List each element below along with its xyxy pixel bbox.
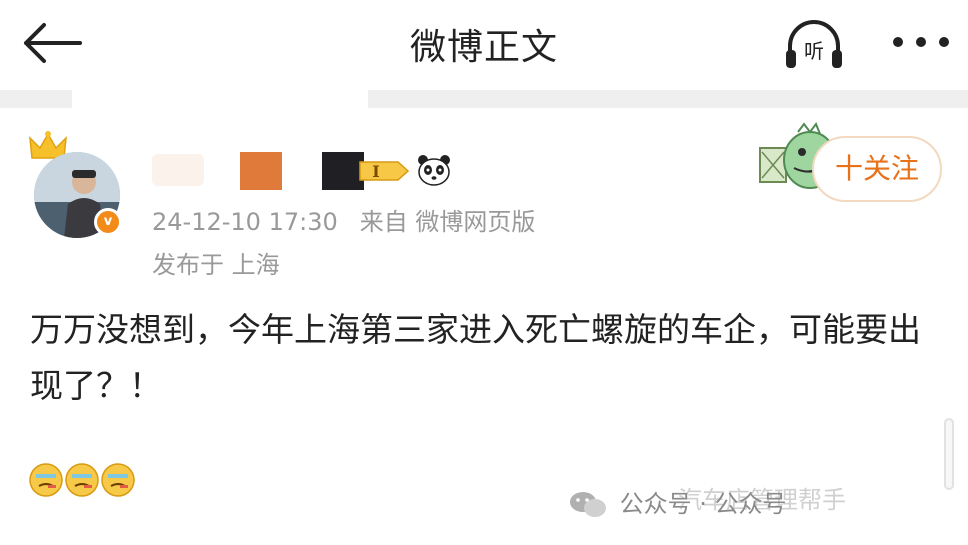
level-badge-icon: I: [359, 161, 410, 181]
top-bar: 微博正文 听: [0, 0, 968, 88]
follow-button[interactable]: 十关注: [812, 136, 942, 202]
more-button[interactable]: [886, 22, 956, 62]
emoji-icon: [65, 463, 99, 497]
divider-notch: [72, 90, 368, 108]
listen-button[interactable]: 听: [782, 18, 846, 74]
more-icon: [893, 37, 949, 47]
panda-icon: [418, 155, 450, 186]
scrollbar-handle[interactable]: [944, 418, 954, 490]
watermark-front-text: 公众号 · 公众号: [619, 490, 787, 518]
post-time: 24-12-10 17:30: [152, 208, 338, 236]
level-badge-text: I: [372, 162, 379, 181]
wechat-icon: [570, 492, 606, 517]
emoji-row: [28, 462, 138, 502]
post-meta: 24-12-10 17:30 来自 微博网页版: [152, 202, 535, 237]
section-divider: [0, 90, 968, 108]
post-body-text: 万万没想到，今年上海第三家进入死亡螺旋的车企，可能要出现了？！: [30, 310, 921, 405]
post-location: 发布于 上海: [152, 251, 280, 279]
author-name-mosaic-orange: [240, 152, 282, 190]
author-name-blurred: [152, 154, 204, 186]
post-source[interactable]: 来自 微博网页版: [360, 208, 536, 236]
emoji-icon: [101, 463, 135, 497]
watermark: 汽车店管理帮手 公众号 · 公众号: [568, 484, 846, 520]
author-avatar-group[interactable]: v: [28, 130, 128, 238]
emoji-icon: [29, 463, 63, 497]
author-name-row[interactable]: I: [152, 148, 472, 190]
verified-icon: v: [94, 208, 122, 236]
listen-label: 听: [804, 39, 824, 63]
headphone-icon: 听: [786, 20, 842, 68]
